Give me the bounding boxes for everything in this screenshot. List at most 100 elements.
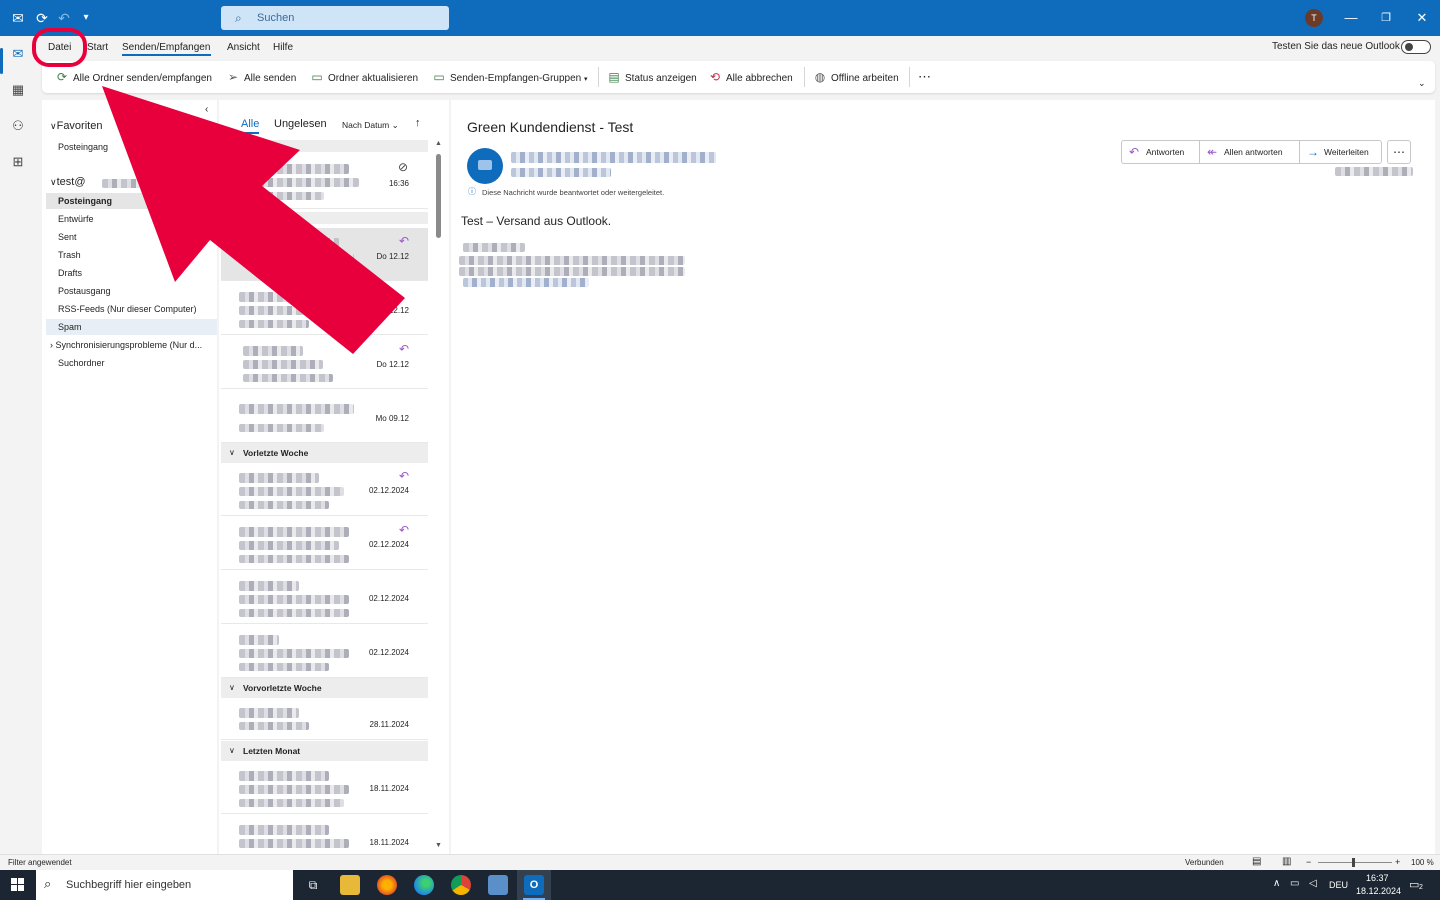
chrome-icon[interactable] (451, 875, 471, 895)
windows-start-icon[interactable] (11, 878, 25, 892)
list-item[interactable]: ↶ 02.12.2024 (221, 463, 428, 516)
folder-item-inbox[interactable]: Posteingang (58, 193, 216, 209)
calendar-icon[interactable]: ▦ (8, 80, 28, 100)
list-item[interactable]: 18.11.2024 (221, 761, 428, 814)
send-all-button[interactable]: ➢ Alle senden (225, 69, 296, 85)
volume-muted-icon[interactable]: ◁ (1309, 878, 1317, 889)
tab-datei[interactable]: Datei (48, 41, 71, 55)
search-icon: ⌕ (44, 876, 52, 891)
group-header-vorletzte-woche[interactable]: ∨ Vorletzte Woche (221, 443, 428, 463)
apps-icon[interactable]: ⊞ (8, 152, 28, 172)
favorite-item-inbox[interactable]: Posteingang (58, 139, 216, 155)
folder-item-spam[interactable]: Spam (58, 319, 216, 335)
zoom-slider[interactable] (1318, 862, 1392, 863)
group-header-today[interactable] (221, 140, 428, 152)
cancel-all-button[interactable]: ⟲ Alle abbrechen (707, 69, 793, 85)
list-item[interactable]: 02.12.2024 (221, 571, 428, 624)
send-receive-groups-button[interactable]: ▭ Senden-Empfangen-Gruppen ▾ (431, 69, 587, 85)
input-language[interactable]: DEU (1329, 880, 1348, 890)
zoom-level[interactable]: 100 % (1411, 858, 1434, 867)
list-item[interactable]: Mo 09.12 (221, 390, 428, 443)
group-header-vorvorletzte-woche[interactable]: ∨ Vorvorletzte Woche (221, 678, 428, 698)
list-item[interactable]: 02.12.2024 (221, 625, 428, 678)
avatar[interactable]: T (1305, 9, 1323, 27)
clock-date[interactable]: 18.12.2024 (1356, 886, 1401, 896)
list-item[interactable]: 12.12 (221, 282, 428, 335)
mail-icon[interactable]: ✉ (8, 44, 28, 64)
collapse-pane-icon[interactable]: ‹ (205, 104, 208, 115)
folder-item-trash[interactable]: Trash (58, 247, 216, 263)
ribbon-expand-icon[interactable]: ⌄ (1418, 75, 1426, 91)
close-button[interactable]: ✕ (1412, 8, 1432, 28)
chevron-down-icon: ∨ (50, 121, 57, 131)
task-view-icon[interactable]: ⧉ (303, 875, 323, 895)
folder-item-search-folders[interactable]: Suchordner (58, 355, 216, 371)
app-icon[interactable] (488, 875, 508, 895)
list-item[interactable]: ⊘ 16:36 (221, 156, 428, 209)
list-item[interactable]: ↶ 02.12.2024 (221, 517, 428, 570)
filter-all-tab[interactable]: Alle (241, 118, 259, 130)
account-header[interactable]: ∨test@ (50, 176, 86, 188)
ribbon-more-button[interactable]: ⋯ (918, 69, 931, 85)
list-item[interactable]: 28.11.2024 (221, 698, 428, 740)
list-item[interactable]: 18.11.2024 (221, 815, 428, 854)
clock-time[interactable]: 16:37 (1366, 873, 1389, 883)
folder-item-drafts[interactable]: Entwürfe (58, 211, 216, 227)
edge-icon[interactable] (414, 875, 434, 895)
list-item-selected[interactable]: ↶ Do 12.12 (221, 228, 428, 281)
notification-count: 2 (1419, 884, 1423, 891)
new-outlook-toggle[interactable] (1401, 40, 1431, 54)
work-offline-button[interactable]: ◍ Offline arbeiten (812, 69, 899, 85)
tray-chevron-icon[interactable]: ∧ (1273, 878, 1280, 889)
reply-all-button[interactable]: ↞ Allen antworten (1200, 141, 1300, 163)
zoom-out-icon[interactable]: − (1306, 857, 1311, 867)
tab-ansicht[interactable]: Ansicht (227, 41, 260, 55)
file-explorer-icon[interactable] (340, 875, 360, 895)
firefox-icon[interactable] (377, 875, 397, 895)
filter-unread-tab[interactable]: Ungelesen (274, 118, 327, 130)
outlook-taskbar-active[interactable]: O (517, 870, 551, 900)
sync-icon[interactable]: ⟳ (32, 8, 52, 28)
outlook-icon: O (524, 875, 544, 895)
group-header-yesterday[interactable] (221, 212, 428, 224)
forward-button[interactable]: → Weiterleiten (1300, 141, 1382, 163)
reading-view-icon[interactable]: ▥ (1282, 856, 1291, 867)
tab-senden-empfangen[interactable]: Senden/Empfangen (122, 41, 210, 55)
group-header-letzten-monat[interactable]: ∨ Letzten Monat (221, 741, 428, 761)
people-icon[interactable]: ⚇ (8, 116, 28, 136)
show-progress-button[interactable]: ▤ Status anzeigen (606, 69, 696, 85)
tab-hilfe[interactable]: Hilfe (273, 41, 293, 55)
update-folder-button[interactable]: ▭ Ordner aktualisieren (309, 69, 418, 85)
scroll-down-icon[interactable]: ▼ (435, 842, 442, 849)
reply-button[interactable]: ↶ Antworten (1122, 141, 1200, 163)
search-input[interactable]: ⌕ Suchen (221, 6, 449, 30)
notification-icon[interactable]: ▭ (1409, 878, 1419, 891)
network-icon[interactable]: ▭ (1290, 878, 1299, 889)
list-item[interactable]: ↶ Do 12.12 (221, 336, 428, 389)
sort-by-date-dropdown[interactable]: Nach Datum ⌄ (342, 120, 399, 131)
app-rail: ✉ ▦ ⚇ ⊞ (0, 36, 36, 854)
zoom-in-icon[interactable]: + (1395, 857, 1400, 867)
folder-item-rss[interactable]: RSS-Feeds (Nur dieser Computer) (58, 301, 216, 317)
scroll-up-icon[interactable]: ▲ (435, 140, 442, 147)
customize-quick-access-icon[interactable]: ▾ (76, 8, 96, 28)
message-more-button[interactable]: ⋯ (1387, 140, 1411, 164)
sort-direction-icon[interactable]: ↑ (415, 117, 421, 129)
sender-avatar[interactable] (467, 148, 503, 184)
folder-item-sync-issues[interactable]: › Synchronisierungsprobleme (Nur d... (50, 337, 208, 353)
restore-button[interactable]: ❐ (1376, 8, 1396, 28)
folder-item-drafts-en[interactable]: Drafts (58, 265, 216, 281)
undo-icon[interactable]: ↶ (54, 8, 74, 28)
minimize-button[interactable]: — (1341, 8, 1361, 28)
send-receive-all-button[interactable]: ⟳ Alle Ordner senden/empfangen (54, 69, 212, 85)
scrollbar-thumb[interactable] (436, 154, 441, 238)
folder-item-outbox[interactable]: Postausgang (58, 283, 216, 299)
taskbar-search-input[interactable]: ⌕ Suchbegriff hier eingeben (36, 870, 293, 900)
favorites-header[interactable]: ∨Favoriten (50, 120, 102, 132)
mail-date: 18.11.2024 (369, 784, 409, 793)
zoom-slider-thumb[interactable] (1352, 858, 1355, 867)
folder-item-sent[interactable]: Sent (58, 229, 216, 245)
list-scrollbar[interactable]: ▲ ▼ (435, 140, 443, 852)
tab-start[interactable]: Start (87, 41, 108, 55)
normal-view-icon[interactable]: ▤ (1252, 856, 1261, 867)
